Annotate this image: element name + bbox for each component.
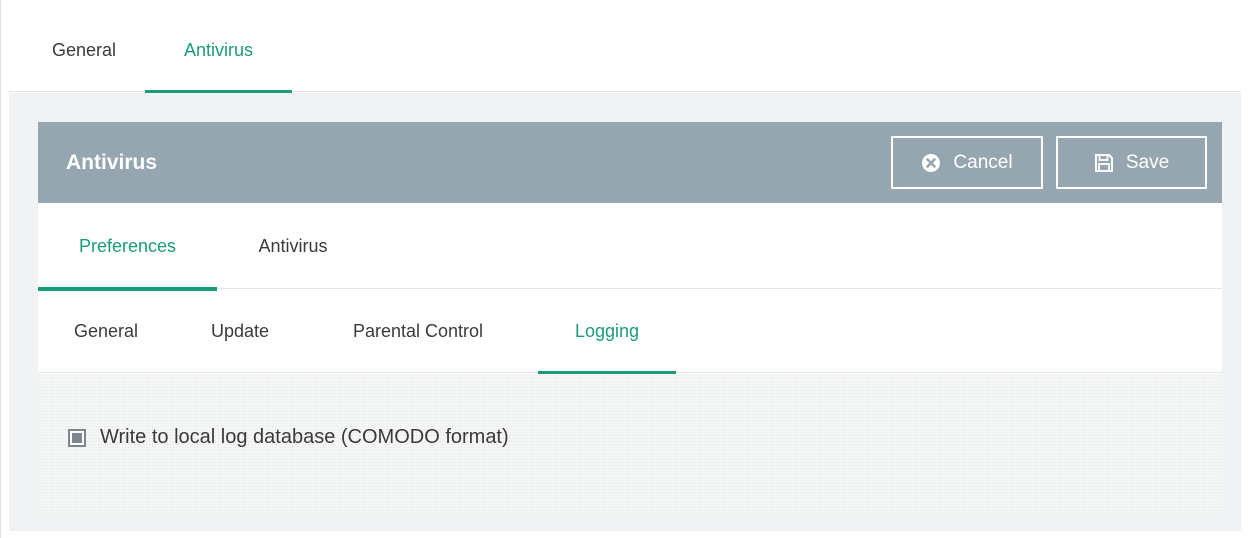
tab-label: Logging xyxy=(574,320,640,341)
tab-label: Antivirus xyxy=(183,39,254,60)
x-circle-icon xyxy=(921,153,941,173)
local-log-checkbox[interactable] xyxy=(68,428,86,447)
tab-general-settings[interactable]: General xyxy=(56,289,156,373)
panel-title: Antivirus xyxy=(66,150,158,174)
section-tab-bar: General Update Parental Control Logging xyxy=(38,289,1222,375)
checkbox-checked-mark xyxy=(72,432,82,443)
tab-label: Parental Control xyxy=(352,320,484,341)
tab-label: Update xyxy=(210,320,270,341)
tab-label: General xyxy=(73,320,139,341)
local-log-label: Write to local log database (COMODO form… xyxy=(100,426,509,448)
cancel-button[interactable]: Cancel xyxy=(891,136,1043,189)
local-log-option[interactable]: Write to local log database (COMODO form… xyxy=(68,426,509,449)
save-label: Save xyxy=(1125,151,1170,173)
tab-label: Antivirus xyxy=(258,235,328,256)
save-button[interactable]: Save xyxy=(1056,136,1207,189)
tab-general[interactable]: General xyxy=(29,8,139,92)
cancel-label: Cancel xyxy=(953,151,1013,173)
tab-preferences[interactable]: Preferences xyxy=(38,203,217,291)
tab-logging[interactable]: Logging xyxy=(538,289,676,375)
floppy-disk-icon xyxy=(1094,153,1114,173)
top-tab-bar: General Antivirus xyxy=(9,8,1241,94)
tab-label: General xyxy=(51,39,117,60)
tab-parental-control[interactable]: Parental Control xyxy=(328,289,508,373)
antivirus-panel: Antivirus Cancel Save Preferences Antivi… xyxy=(38,122,1222,514)
tab-antivirus-settings[interactable]: Antivirus xyxy=(228,203,358,289)
sub-tab-bar: Preferences Antivirus xyxy=(38,203,1222,291)
tab-antivirus[interactable]: Antivirus xyxy=(145,8,292,94)
window: General Antivirus Antivirus Cancel Save … xyxy=(0,0,1249,538)
tab-label: Preferences xyxy=(78,235,177,256)
tab-update[interactable]: Update xyxy=(190,289,290,373)
logging-settings: Write to local log database (COMODO form… xyxy=(38,374,1222,514)
panel-header: Antivirus Cancel Save xyxy=(38,122,1222,203)
